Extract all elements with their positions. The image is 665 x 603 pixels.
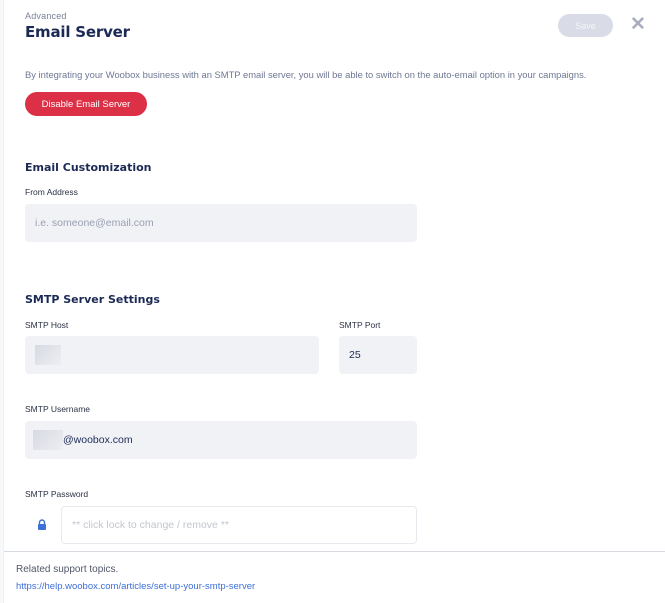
breadcrumb-advanced: Advanced [25,11,67,21]
smtp-host-label: SMTP Host [25,320,69,330]
smtp-username-input[interactable]: @woobox.com [25,421,417,459]
related-support-text: Related support topics. [16,564,119,575]
save-button[interactable]: Save [558,14,613,37]
disable-email-server-button[interactable]: Disable Email Server [25,92,147,116]
section-title-email-customization: Email Customization [25,161,152,174]
smtp-username-redacted-prefix [33,430,63,450]
smtp-username-label: SMTP Username [25,404,91,414]
left-panel-edge [0,0,4,603]
smtp-password-input[interactable]: ** click lock to change / remove ** [61,506,417,544]
smtp-password-label: SMTP Password [25,489,89,499]
smtp-host-input[interactable] [25,336,319,374]
lock-icon[interactable] [37,518,47,530]
smtp-host-redacted-value [35,345,61,365]
footer-divider [4,551,665,552]
page-title: Email Server [25,23,130,41]
section-title-smtp-settings: SMTP Server Settings [25,293,160,306]
smtp-port-label: SMTP Port [339,320,381,330]
smtp-password-placeholder: ** click lock to change / remove ** [72,519,229,531]
from-address-input[interactable]: i.e. someone@email.com [25,204,417,242]
smtp-username-domain: @woobox.com [63,434,133,446]
from-address-label: From Address [25,187,78,197]
description-text: By integrating your Woobox business with… [25,69,587,80]
smtp-port-input[interactable]: 25 [339,336,417,374]
support-article-link[interactable]: https://help.woobox.com/articles/set-up-… [16,581,255,592]
smtp-port-value: 25 [349,349,361,361]
from-address-placeholder: i.e. someone@email.com [35,217,154,229]
close-icon[interactable]: ✕ [630,15,646,34]
